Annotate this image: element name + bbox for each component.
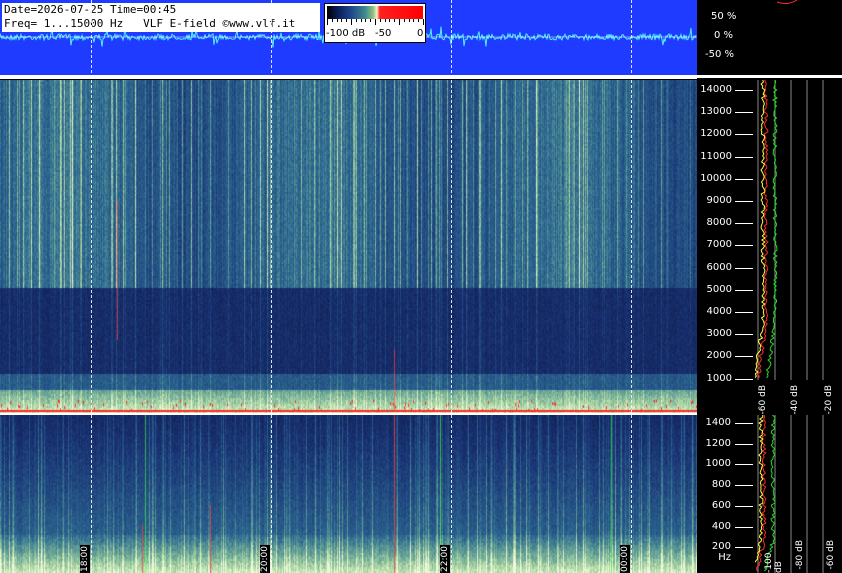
colorbar-tick <box>384 19 386 22</box>
db-label-bot-2: -80 dB <box>795 540 805 570</box>
freq-tick-label: 200 Hz <box>711 541 731 564</box>
colorbar-tick <box>346 19 348 22</box>
db-label-top-1: -60 dB <box>758 385 768 415</box>
freq-tick-label: 600 <box>711 499 731 511</box>
freq-tick-label: 5000 <box>706 283 732 295</box>
colorbar-tick <box>379 19 381 22</box>
freq-tick-label: 8000 <box>706 217 732 229</box>
colorbar-tick <box>331 19 333 22</box>
waveform-scale-panel: 50 % 0 % -50 % <box>697 0 842 75</box>
time-gridline-2 <box>271 0 272 573</box>
freq-tick <box>735 334 753 336</box>
freq-tick <box>735 526 753 528</box>
freq-tick <box>735 90 753 91</box>
colorbar-tick <box>403 19 405 22</box>
colorbar-tick <box>399 19 400 25</box>
colorbar-tick <box>351 19 352 25</box>
time-gridline-4 <box>631 0 632 573</box>
freq-tick-label: 1000 <box>706 372 732 384</box>
colorbar-legend: -100 dB -50 0 <box>324 3 426 43</box>
freq-tick <box>735 356 753 358</box>
freq-tick <box>735 178 753 180</box>
freq-tick-label: 1000 <box>705 458 731 470</box>
db-label-top-2: -40 dB <box>790 385 800 415</box>
colorbar-label-max: 0 <box>417 28 424 39</box>
colorbar-tick <box>360 19 362 22</box>
colorbar-tick <box>413 19 415 22</box>
freq-tick <box>735 289 753 291</box>
spectrogram-low-band <box>0 415 697 573</box>
separator <box>0 75 697 79</box>
freq-tick-label: 400 <box>711 520 731 532</box>
time-gridline-3 <box>451 0 452 573</box>
freq-tick <box>735 134 753 136</box>
spectrogram-high-band <box>0 80 697 413</box>
time-label-2000: 20:00 <box>260 545 270 573</box>
time-label-1800: 18:00 <box>80 545 90 573</box>
freq-tick-label: 6000 <box>706 261 732 273</box>
freq-tick <box>735 201 753 202</box>
colorbar-tick <box>394 19 396 22</box>
colorbar-tick <box>355 19 357 22</box>
freq-tick <box>735 464 753 466</box>
colorbar-tick <box>418 19 420 22</box>
freq-tick-label: 9000 <box>706 195 732 206</box>
freq-tick <box>735 245 753 247</box>
freq-tick <box>735 505 753 507</box>
db-label-bot-3: -60 dB <box>826 540 836 570</box>
freq-tick-label: 10000 <box>700 172 732 184</box>
side-top-border <box>697 75 842 78</box>
colorbar-tick <box>389 19 391 22</box>
band-divider <box>0 413 697 415</box>
freq-tick <box>735 423 753 424</box>
freq-tick-label: 13000 <box>700 106 732 118</box>
info-line-date: Date=2026-07-25 Time=00:45 <box>4 3 177 16</box>
colorbar-tick <box>327 19 328 25</box>
colorbar-tick <box>423 19 424 25</box>
freq-tick <box>735 267 753 269</box>
freq-tick-label: 1200 <box>705 437 731 449</box>
freq-tick <box>735 223 753 225</box>
db-label-bot-1: -100 dB <box>764 552 784 573</box>
scale-curve <box>776 0 798 5</box>
freq-tick <box>735 485 753 487</box>
colorbar-tick <box>336 19 338 22</box>
freq-tick-label: 7000 <box>706 239 732 251</box>
info-line-freq: Freq= 1...15000 Hz VLF E-field ©www.vlf.… <box>4 17 296 30</box>
spectrogram-high-canvas <box>0 80 697 413</box>
time-gridline-1 <box>91 0 92 573</box>
info-box: Date=2026-07-25 Time=00:45 Freq= 1...150… <box>2 3 320 32</box>
freq-tick-label: 3000 <box>706 328 732 340</box>
spectrum-profile-high <box>755 80 824 380</box>
colorbar-tick <box>365 19 367 22</box>
time-label-0000: 00:00 <box>620 545 630 573</box>
freq-tick-label: 12000 <box>700 128 732 140</box>
time-label-2200: 22:00 <box>440 545 450 573</box>
freq-tick-label: 14000 <box>700 84 732 95</box>
freq-tick <box>735 378 753 380</box>
colorbar-gradient <box>327 6 423 19</box>
freq-tick-label: 800 <box>711 479 731 491</box>
db-label-top-3: -20 dB <box>824 385 834 415</box>
colorbar-tick <box>408 19 410 22</box>
colorbar-tick <box>341 19 343 22</box>
colorbar-label-min: -100 dB <box>326 28 366 39</box>
freq-tick <box>735 156 753 158</box>
spectrogram-low-canvas <box>0 415 697 573</box>
freq-tick <box>735 112 753 114</box>
colorbar-label-mid: -50 <box>375 28 392 39</box>
colorbar-tick <box>375 19 376 25</box>
freq-tick <box>735 312 753 313</box>
freq-tick <box>735 547 753 549</box>
freq-tick-label: 1400 <box>705 417 731 428</box>
freq-tick-label: 11000 <box>700 150 732 162</box>
freq-tick <box>735 443 753 445</box>
colorbar-tick <box>370 19 372 22</box>
freq-tick-label: 2000 <box>706 350 732 362</box>
freq-tick-label: 4000 <box>706 306 732 317</box>
